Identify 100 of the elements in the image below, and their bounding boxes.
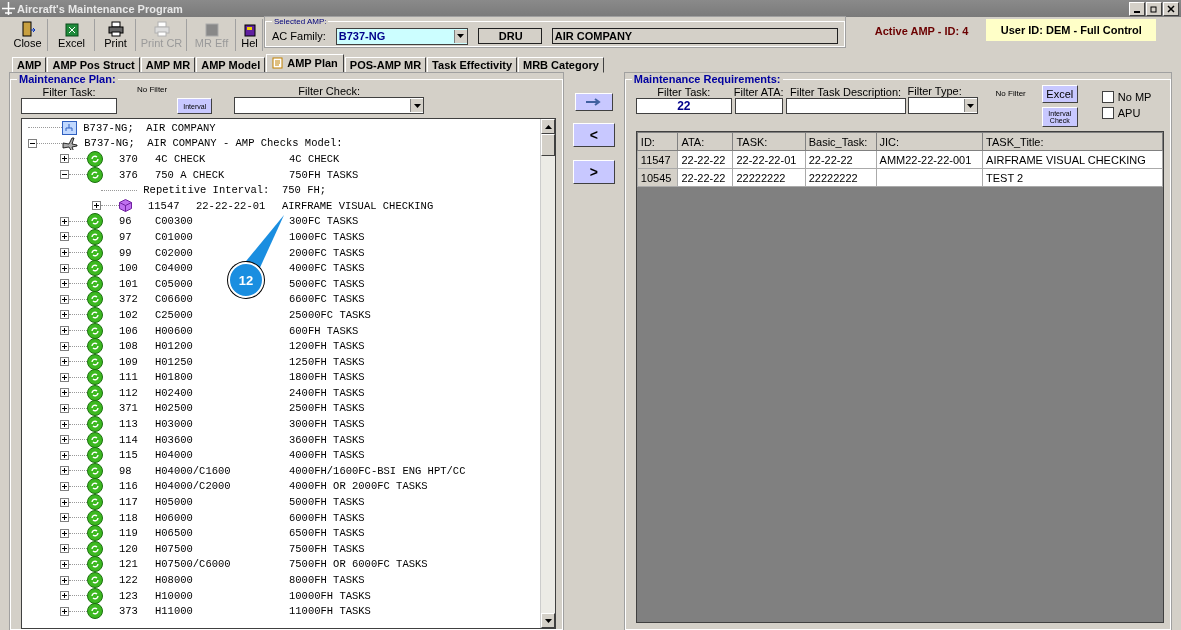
restore-button[interactable] xyxy=(1146,1,1162,16)
tab[interactable]: AMP Pos Struct xyxy=(47,57,140,73)
tree-expander[interactable] xyxy=(60,544,69,554)
filter-field[interactable]: 22 xyxy=(635,98,732,114)
tree-item-description: 7500FH OR 6000FC TASKS xyxy=(289,558,428,571)
checkbox[interactable] xyxy=(1101,107,1114,119)
tree-item[interactable]: B737-NG; AIR COMPANY - AMP Checks Model: xyxy=(78,137,343,150)
tree-item-code: H06500 xyxy=(155,527,193,540)
dropdown-arrow-icon xyxy=(967,103,975,108)
tree-expander[interactable] xyxy=(60,591,69,601)
tree-expander[interactable] xyxy=(60,154,69,164)
tree-item-description: 1250FH TASKS xyxy=(289,355,365,368)
up-arrow-icon xyxy=(544,124,552,129)
tree-expander[interactable] xyxy=(28,138,37,148)
tree-expander[interactable] xyxy=(60,263,69,273)
move-button[interactable]: < xyxy=(572,123,615,147)
tree-item-description: 4000FH TASKS xyxy=(289,449,365,462)
tab[interactable]: AMP MR xyxy=(140,57,196,73)
vertical-scrollbar[interactable] xyxy=(540,119,555,628)
tab[interactable]: POS-AMP MR xyxy=(344,57,427,73)
toolbar-button[interactable]: Close xyxy=(8,19,48,51)
tree-item[interactable]: B737-NG; AIR COMPANY xyxy=(77,121,216,134)
tree-expander[interactable] xyxy=(92,201,101,211)
field-label: Filter ATA: xyxy=(733,86,784,98)
tree-item-code: 22-22-22-01 xyxy=(196,199,266,212)
tree-item-number: 111 xyxy=(119,371,139,384)
tree-expander[interactable] xyxy=(60,559,69,569)
spreadsheet-icon xyxy=(64,23,79,37)
tree-expander[interactable] xyxy=(60,170,69,180)
close-button[interactable] xyxy=(1163,1,1179,16)
toolbar-button[interactable]: Excel xyxy=(49,19,95,51)
tree-expander[interactable] xyxy=(60,528,69,538)
tree-item-code: H06000 xyxy=(155,511,193,524)
filter-field[interactable] xyxy=(785,98,906,114)
tree-expander[interactable] xyxy=(60,419,69,429)
refresh-circle-icon xyxy=(87,556,103,573)
tree-expander[interactable] xyxy=(60,341,69,351)
tree-item-number: 123 xyxy=(119,589,139,602)
tab[interactable]: Task Effectivity xyxy=(427,57,517,73)
tree-expander[interactable] xyxy=(60,513,69,523)
tree-item-number: 97 xyxy=(119,230,133,243)
tree-item-number: 373 xyxy=(119,605,139,618)
tree-item-code: H03600 xyxy=(155,433,193,446)
tree-expander[interactable] xyxy=(60,404,69,413)
tree-expander[interactable] xyxy=(60,326,69,335)
field-label: AC Family: xyxy=(272,30,326,42)
tree-expander[interactable] xyxy=(60,216,69,226)
tree-item-code: H11000 xyxy=(155,605,193,618)
tab[interactable]: MRB Category xyxy=(518,57,604,73)
tree-expander[interactable] xyxy=(60,450,69,460)
scrollbar-thumb[interactable] xyxy=(541,134,555,156)
tree-expander[interactable] xyxy=(60,310,69,320)
field-label: Filter Check: xyxy=(298,85,361,97)
tree-expander[interactable] xyxy=(60,466,69,476)
tree-item-description: 6000FH TASKS xyxy=(289,511,365,524)
filter-type-dropdown[interactable] xyxy=(907,97,978,114)
refresh-circle-icon xyxy=(87,494,103,511)
filter-check-dropdown[interactable] xyxy=(234,97,425,114)
tab[interactable]: AMP Model xyxy=(196,57,266,73)
tree-item-description: AIRFRAME VISUAL CHECKING xyxy=(282,199,434,212)
tree-expander[interactable] xyxy=(60,481,69,491)
field-label: Filter Task: xyxy=(657,86,711,98)
refresh-circle-icon xyxy=(87,509,103,526)
tree-expander[interactable] xyxy=(60,279,69,289)
tree-item-number: 98 xyxy=(119,464,133,477)
toolbar-button[interactable]: Print xyxy=(96,19,136,51)
tree-item-description: 5000FC TASKS xyxy=(289,277,365,290)
panel-title: Maintenance Requirements: xyxy=(632,73,782,85)
tree-item-code: C04000 xyxy=(155,262,193,275)
field-label: Filter Task: xyxy=(42,86,96,98)
field-label: Filter Task Description: xyxy=(790,86,902,98)
tree-expander[interactable] xyxy=(60,388,69,398)
tree-expander[interactable] xyxy=(60,606,69,616)
filter-task-field[interactable] xyxy=(21,98,117,114)
tree-expander[interactable] xyxy=(60,357,69,367)
excel-button[interactable]: Excel xyxy=(1041,85,1078,103)
tree-item-description: 300FC TASKS xyxy=(289,215,359,228)
filter-field[interactable] xyxy=(734,98,783,114)
move-button[interactable]: > xyxy=(572,160,615,184)
ac-family-dropdown[interactable]: B737-NG xyxy=(335,27,468,45)
tab[interactable]: AMP xyxy=(12,57,47,73)
tree-expander[interactable] xyxy=(60,248,69,258)
minimize-button[interactable] xyxy=(1129,1,1145,16)
tree-item-description: 750FH TASKS xyxy=(289,168,359,181)
tree-expander[interactable] xyxy=(60,232,69,242)
transfer-button[interactable] xyxy=(574,93,613,111)
refresh-circle-icon xyxy=(87,384,103,401)
tree-expander[interactable] xyxy=(60,372,69,382)
toolbar-button[interactable]: Hel xyxy=(237,19,263,51)
tree-item-code: H01800 xyxy=(155,371,193,384)
tree-item-code: H03000 xyxy=(155,418,193,431)
tree-expander[interactable] xyxy=(60,294,69,304)
tree-expander[interactable] xyxy=(60,435,69,445)
tree-item-number: 122 xyxy=(119,574,139,586)
tree-item-description: 2500FH TASKS xyxy=(289,402,365,415)
tree-expander[interactable] xyxy=(60,497,69,507)
checkbox[interactable] xyxy=(1101,91,1114,103)
tree-item-code: H04000/C1600 xyxy=(155,464,231,477)
tree-expander[interactable] xyxy=(60,575,69,585)
refresh-circle-icon xyxy=(87,525,103,542)
